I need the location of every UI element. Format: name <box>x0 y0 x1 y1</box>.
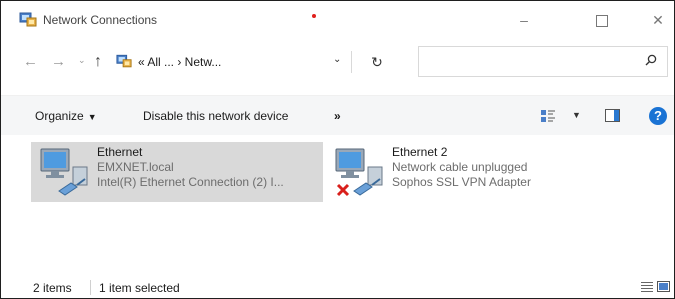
refresh-icon: ↻ <box>371 54 383 70</box>
large-icons-view-icon[interactable] <box>657 281 670 292</box>
network-connections-window: Network Connections – ✕ ← → ⌄ ↑ « All ..… <box>0 0 675 299</box>
up-button[interactable]: ↑ <box>94 53 102 71</box>
maximize-icon <box>596 15 608 28</box>
network-adapter-icon <box>40 148 88 196</box>
address-bar[interactable]: « All ... › Netw... ⌄ <box>108 51 351 73</box>
address-path[interactable]: « All ... › Netw... <box>138 55 221 69</box>
list-item[interactable]: Ethernet EMXNET.local Intel(R) Ethernet … <box>31 142 323 202</box>
connection-adapter: Intel(R) Ethernet Connection (2) I... <box>97 175 284 189</box>
preview-pane-icon[interactable] <box>605 109 620 122</box>
connection-status: Network cable unplugged <box>392 160 528 174</box>
network-connections-icon <box>19 12 37 27</box>
chevron-down-icon[interactable]: ⌄ <box>333 54 341 65</box>
organize-label: Organize <box>35 109 84 123</box>
connections-list: Ethernet EMXNET.local Intel(R) Ethernet … <box>1 135 674 271</box>
help-icon[interactable]: ? <box>649 107 667 125</box>
connection-name: Ethernet <box>97 145 143 159</box>
back-button[interactable]: ← <box>23 53 38 70</box>
list-item[interactable]: Ethernet 2 Network cable unplugged Sopho… <box>326 142 606 202</box>
item-text: Ethernet 2 Network cable unplugged Sopho… <box>392 145 531 190</box>
window-title: Network Connections <box>43 13 158 27</box>
search-input[interactable] <box>418 46 668 77</box>
item-count: 2 items <box>33 281 72 295</box>
maximize-button[interactable] <box>587 9 617 31</box>
error-x-icon <box>336 183 350 197</box>
search-icon <box>645 54 657 66</box>
title-bar: Network Connections – ✕ <box>1 1 674 37</box>
refresh-button[interactable]: ↻ <box>351 51 402 73</box>
minimize-button[interactable]: – <box>509 9 539 31</box>
connection-adapter: Sophos SSL VPN Adapter <box>392 175 531 189</box>
network-connections-icon <box>116 54 132 68</box>
item-text: Ethernet EMXNET.local Intel(R) Ethernet … <box>97 145 284 190</box>
change-view-icon[interactable] <box>540 108 556 124</box>
details-view-icon[interactable] <box>641 281 653 292</box>
organize-menu[interactable]: Organize ▼ <box>35 109 97 123</box>
connection-name: Ethernet 2 <box>392 145 448 159</box>
forward-button[interactable]: → <box>51 53 66 70</box>
status-bar: 2 items 1 item selected <box>1 276 674 298</box>
close-button[interactable]: ✕ <box>643 9 673 31</box>
recent-locations-button[interactable]: ⌄ <box>78 55 86 66</box>
notification-dot <box>312 14 316 18</box>
command-bar: Organize ▼ Disable this network device » … <box>1 95 674 136</box>
navigation-bar: ← → ⌄ ↑ « All ... › Netw... ⌄ ↻ <box>1 45 674 79</box>
status-divider <box>90 280 91 295</box>
connection-status: EMXNET.local <box>97 160 174 174</box>
disable-device-button[interactable]: Disable this network device <box>143 109 288 123</box>
network-adapter-disconnected-icon <box>335 148 383 197</box>
selection-count: 1 item selected <box>99 281 180 295</box>
caret-down-icon: ▼ <box>87 112 97 122</box>
view-options-dropdown[interactable]: ▼ <box>572 110 581 120</box>
more-commands-button[interactable]: » <box>334 109 341 123</box>
